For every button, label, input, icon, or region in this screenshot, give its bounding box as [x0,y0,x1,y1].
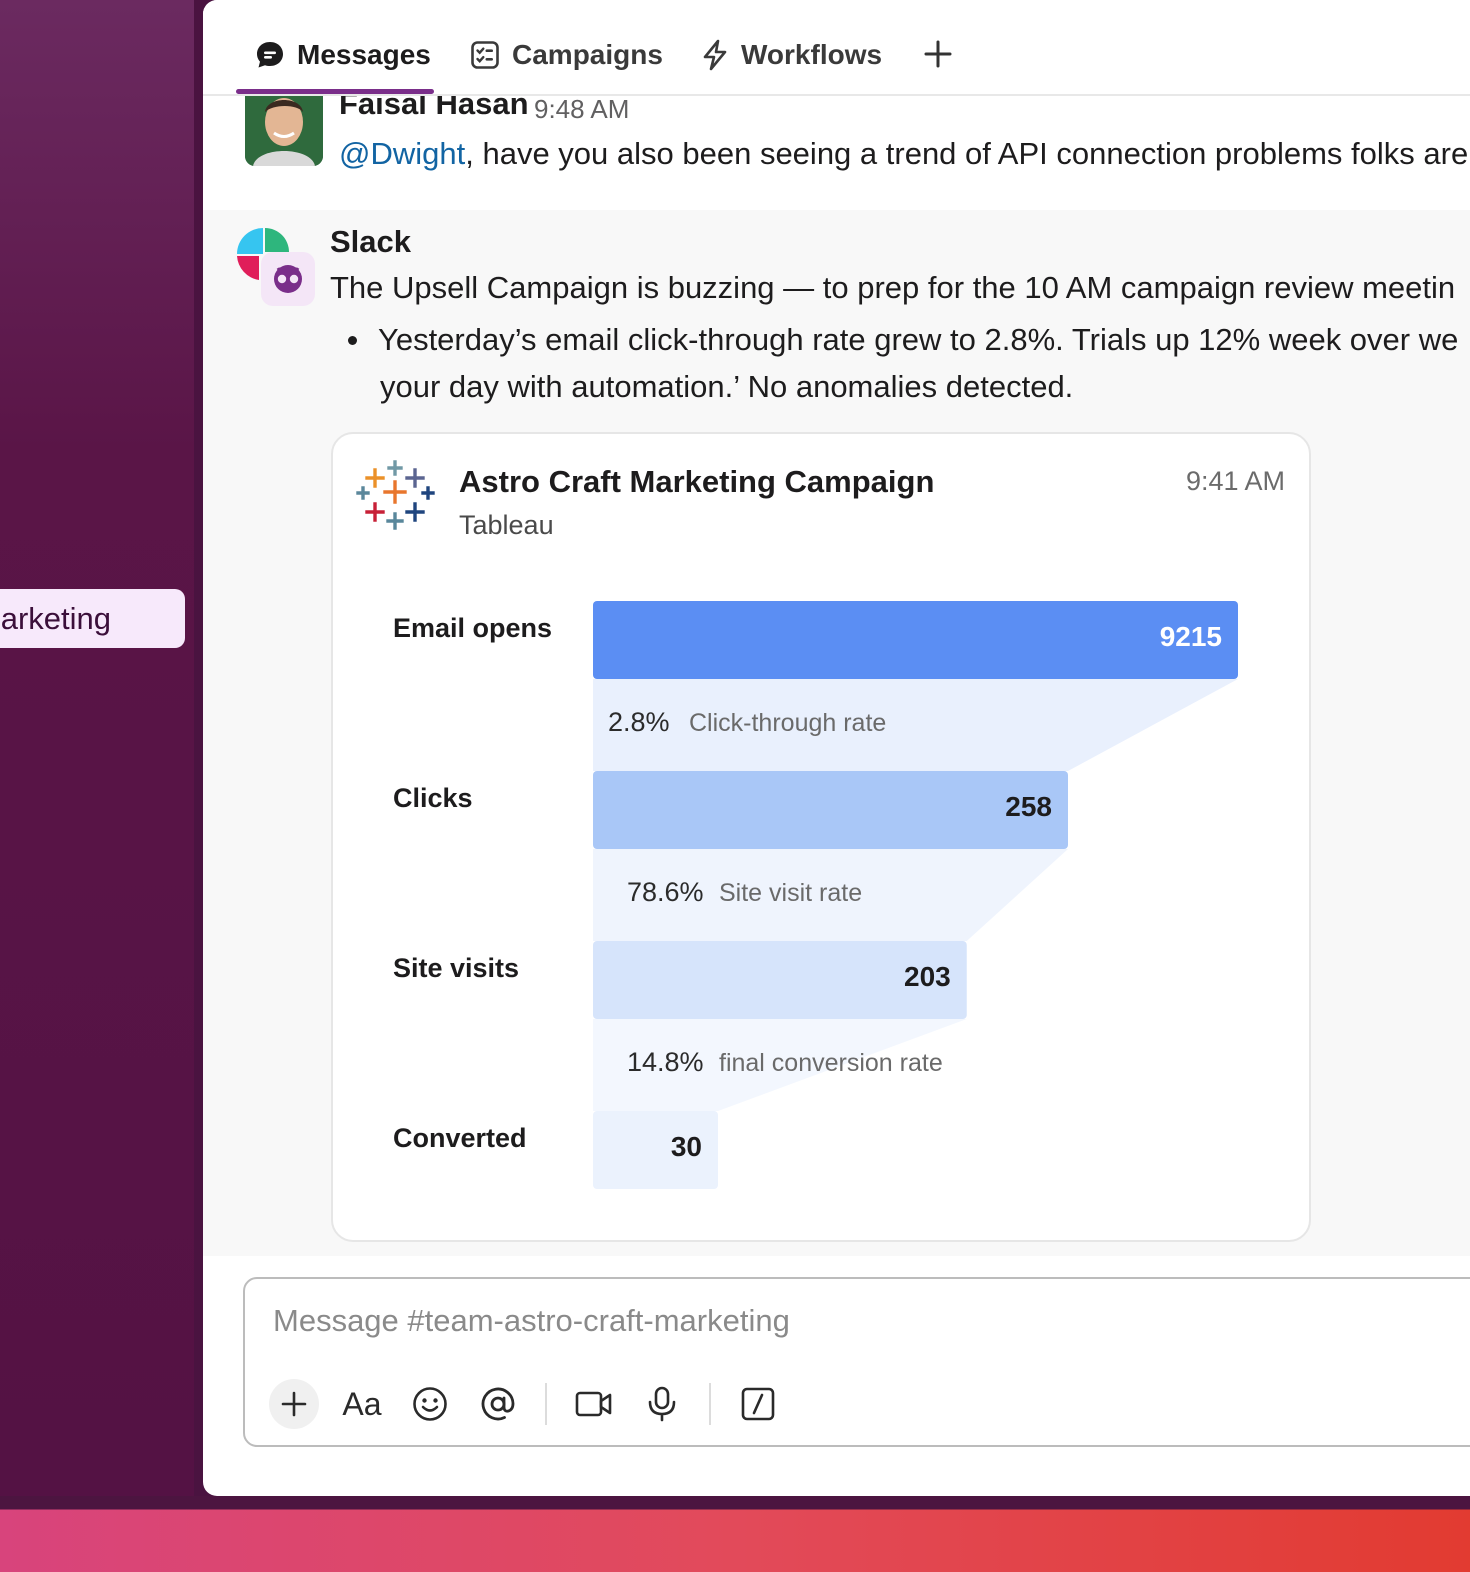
tab-workflows[interactable]: Workflows [701,30,882,80]
message-row: Faisal Hasan 9:48 AM @Dwight, have you a… [203,86,1470,210]
microphone-icon [648,1386,676,1422]
format-text-button[interactable]: Aa [337,1379,387,1429]
funnel-stage-label: Clicks [393,783,473,813]
desktop-background [0,1496,1470,1572]
lightning-icon [703,39,727,71]
emoji-icon [413,1387,447,1421]
sidebar: arketing [0,0,194,1496]
funnel-stage-label: Site visits [393,953,520,983]
bullet-dot [348,336,357,345]
sidebar-item-channel-marketing[interactable]: arketing [0,589,185,648]
tab-label: Campaigns [512,39,663,70]
funnel-rate-label: final conversion rate [719,1049,943,1077]
tab-campaigns[interactable]: Campaigns [470,30,663,80]
slash-command-button[interactable] [733,1379,783,1429]
funnel-stage-label: Converted [393,1123,527,1153]
add-tab-button[interactable] [923,36,953,76]
message-body: , have you also been seeing a trend of A… [465,136,1469,171]
slack-bot-avatar-icon[interactable] [235,226,315,306]
bullet-list-item: Yesterday’s email click-through rate gre… [348,316,1458,410]
funnel-rate-label: Click-through rate [689,709,887,737]
slash-command-icon [741,1387,775,1421]
plus-icon [924,40,952,68]
funnel-bar-value: 9215 [1159,621,1222,652]
message-text: The Upsell Campaign is buzzing — to prep… [330,270,1456,305]
funnel-bar-value: 30 [670,1131,702,1162]
channel-pane: Messages Campaigns Workflows Faisal Hasa… [203,0,1470,1496]
mention-icon [481,1387,515,1421]
format-text-icon: Aa [342,1385,382,1422]
funnel-rate-label: Site visit rate [719,879,863,907]
toolbar-divider [545,1383,547,1425]
bullet-text-line-2: your day with automation.’ No anomalies … [380,369,1074,404]
tableau-attachment-card[interactable]: Astro Craft Marketing Campaign Tableau 9… [331,432,1311,1242]
message-text: @Dwight, have you also been seeing a tre… [339,136,1468,172]
funnel-rate-percent: 2.8% [608,707,670,737]
funnel-chart [593,601,1238,1189]
active-tab-indicator [236,89,434,94]
message-composer[interactable]: Message #team-astro-craft-marketing Aa [243,1277,1470,1447]
tab-label: Messages [297,39,431,70]
avatar[interactable] [245,94,323,166]
video-icon [575,1391,612,1417]
bullet-text-line-1: Yesterday’s email click-through rate gre… [378,322,1459,357]
chat-bubble-icon [257,42,283,68]
channel-tabs: Messages Campaigns Workflows [203,0,1470,96]
plus-icon [281,1391,307,1417]
message-author[interactable]: Slack [330,224,411,260]
toolbar-divider [709,1383,711,1425]
message-row-highlighted: Slack The Upsell Campaign is buzzing — t… [203,210,1470,1256]
video-button[interactable] [569,1379,619,1429]
microphone-button[interactable] [637,1379,687,1429]
sidebar-item-label: arketing [0,601,111,636]
mention-button[interactable] [473,1379,523,1429]
message-timestamp[interactable]: 9:48 AM [534,94,629,125]
funnel-bar-value: 258 [1005,791,1052,822]
user-mention-link[interactable]: @Dwight [339,136,465,171]
message-input[interactable]: Message #team-astro-craft-marketing [273,1303,790,1339]
attach-button[interactable] [269,1379,319,1429]
emoji-button[interactable] [405,1379,455,1429]
funnel-bar-value: 203 [904,961,951,992]
tab-label: Workflows [741,39,883,70]
checklist-icon [471,41,499,69]
funnel-rate-percent: 14.8% [627,1047,704,1077]
funnel-rate-percent: 78.6% [627,877,704,907]
funnel-stage-label: Email opens [393,613,553,643]
tab-messages[interactable]: Messages [255,30,431,80]
